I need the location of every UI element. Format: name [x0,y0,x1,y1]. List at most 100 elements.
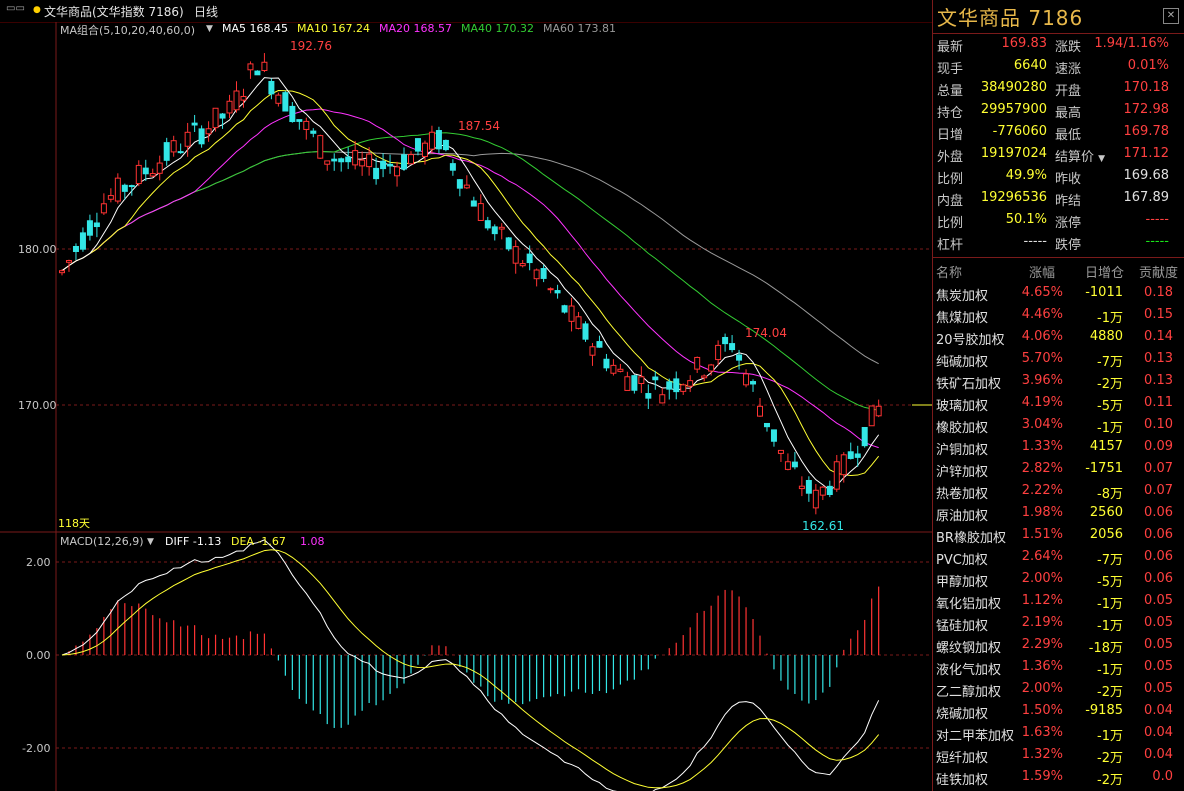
contribution-row[interactable]: 甲醇加权 2.00% -5万 0.06 [933,568,1184,590]
quote-label: 外盘 [937,150,964,165]
candle-body [247,63,254,71]
candle-body [561,305,568,313]
candle-body [868,405,875,427]
ma5-value: MA5 168.45 [222,22,288,35]
quote-label: 结算价 ▼ [1055,150,1106,165]
contribution-row[interactable]: 对二甲苯加权 1.63% -1万 0.04 [933,722,1184,744]
candle-body [757,405,763,417]
quote-value: 172.98 [1123,102,1170,117]
kline-chart[interactable]: 180.00 170.00 2.00 0.00 -2.00 192.76 187… [0,22,932,791]
contribution-row[interactable]: 纯碱加权 5.70% -7万 0.13 [933,348,1184,370]
candle-body [505,237,512,250]
change-pct: 2.22% [1021,483,1063,498]
contract-name: 锰硅加权 [936,619,989,634]
quote-row: 现手 6640 速涨 0.01% [933,58,1184,80]
contribution: 0.13 [1144,373,1173,388]
contribution-row[interactable]: 焦炭加权 4.65% -1011 0.18 [933,282,1184,304]
ma-group-selector[interactable]: MA组合(5,10,20,40,60,0) [60,22,195,38]
contribution-row[interactable]: 短纤加权 1.32% -2万 0.04 [933,744,1184,766]
contribution-row[interactable]: 乙二醇加权 2.00% -2万 0.05 [933,678,1184,700]
contract-name: 螺纹钢加权 [936,641,1002,656]
candle-body [470,200,477,207]
candle-body [142,167,149,175]
contract-name: 短纤加权 [936,751,989,766]
contribution-row[interactable]: 20号胶加权 4.06% 4880 0.14 [933,326,1184,348]
instrument-title[interactable]: 文华商品(文华指数 7186) [44,3,184,20]
candle-body [708,364,715,372]
quote-row: 比例 49.9% 昨收 169.68 [933,168,1184,190]
contribution-row[interactable]: 烧碱加权 1.50% -9185 0.04 [933,700,1184,722]
candle-body [366,153,373,168]
contribution-row[interactable]: 原油加权 1.98% 2560 0.06 [933,502,1184,524]
period-selector[interactable]: 日线 [194,3,218,20]
macd-selector[interactable]: MACD(12,26,9) [60,535,144,548]
contribution-row[interactable]: 液化气加权 1.36% -1万 0.05 [933,656,1184,678]
window-menu-icon[interactable]: ▭▭ [6,3,25,14]
ma5-line [61,77,880,491]
contribution-row[interactable]: 硅铁加权 1.59% -2万 0.0 [933,766,1184,788]
quote-row: 内盘 19296536 昨结 167.89 [933,190,1184,212]
col-chg-header[interactable]: 涨幅 [1029,262,1055,281]
oi-change: -5万 [1097,399,1123,414]
candle-body [72,245,79,253]
candle-body [596,341,603,348]
candle-body [373,167,380,180]
candle-body [854,453,861,458]
macd-label-neg2: -2.00 [22,742,50,755]
candle-body [86,220,93,236]
col-oi-header[interactable]: 日增仓 [1085,262,1124,281]
candle-body [624,376,631,391]
candle-body [303,120,310,130]
candle-body [861,426,868,447]
col-name-header[interactable]: 名称 [936,262,962,281]
quote-label: 昨收 [1055,172,1082,187]
candle-body [484,220,491,229]
candle-body [156,162,163,174]
ma40-value: MA40 170.32 [461,22,534,35]
contribution-row[interactable]: 热卷加权 2.22% -8万 0.07 [933,480,1184,502]
contribution-row[interactable]: BR橡胶加权 1.51% 2056 0.06 [933,524,1184,546]
contribution-row[interactable]: PVC加权 2.64% -7万 0.06 [933,546,1184,568]
ma-dropdown-icon[interactable]: ▼ [206,24,213,34]
change-pct: 3.04% [1021,417,1063,432]
col-contrib-header[interactable]: 贡献度 [1139,262,1178,281]
contribution-row[interactable]: 铁矿石加权 3.96% -2万 0.13 [933,370,1184,392]
days-count: 118天 [58,517,90,530]
contribution-row[interactable]: 焦煤加权 4.46% -1万 0.15 [933,304,1184,326]
contribution-row[interactable]: 橡胶加权 3.04% -1万 0.10 [933,414,1184,436]
contribution-row[interactable]: 螺纹钢加权 2.29% -18万 0.05 [933,634,1184,656]
candle-body [205,128,212,135]
candle-body [498,226,505,230]
candle-body [666,381,673,390]
quote-label: 昨结 [1055,194,1082,209]
quote-label: 跌停 [1055,238,1082,253]
change-pct: 2.64% [1021,549,1063,564]
candle-body [715,344,722,361]
contribution: 0.15 [1144,307,1173,322]
candle-body [380,160,387,170]
contract-name: 烧碱加权 [936,707,989,722]
close-icon[interactable]: ✕ [1163,8,1179,24]
change-pct: 1.36% [1021,659,1063,674]
low-label-1: 162.61 [802,519,844,533]
candle-body [826,485,833,496]
candle-body [177,151,184,154]
macd-dropdown-icon[interactable]: ▼ [147,537,154,547]
contribution: 0.05 [1144,593,1173,608]
candle-body [191,122,198,126]
diff-value: DIFF -1.13 [165,535,222,548]
candle-body [408,154,414,165]
contribution-row[interactable]: 氧化铝加权 1.12% -1万 0.05 [933,590,1184,612]
oi-change: -5万 [1097,575,1123,590]
contribution-row[interactable]: 锰硅加权 2.19% -1万 0.05 [933,612,1184,634]
contribution-row[interactable]: 沪锌加权 2.82% -1751 0.07 [933,458,1184,480]
dot-icon: ● [33,5,41,15]
macd-label-0: 0.00 [26,649,51,662]
contribution: 0.07 [1144,483,1173,498]
candle-body [533,269,540,280]
contribution-row[interactable]: 玻璃加权 4.19% -5万 0.11 [933,392,1184,414]
contract-name: 氧化铝加权 [936,597,1002,612]
contribution-row[interactable]: 沪铜加权 1.33% 4157 0.09 [933,436,1184,458]
contribution: 0.06 [1144,505,1173,520]
contribution: 0.07 [1144,461,1173,476]
